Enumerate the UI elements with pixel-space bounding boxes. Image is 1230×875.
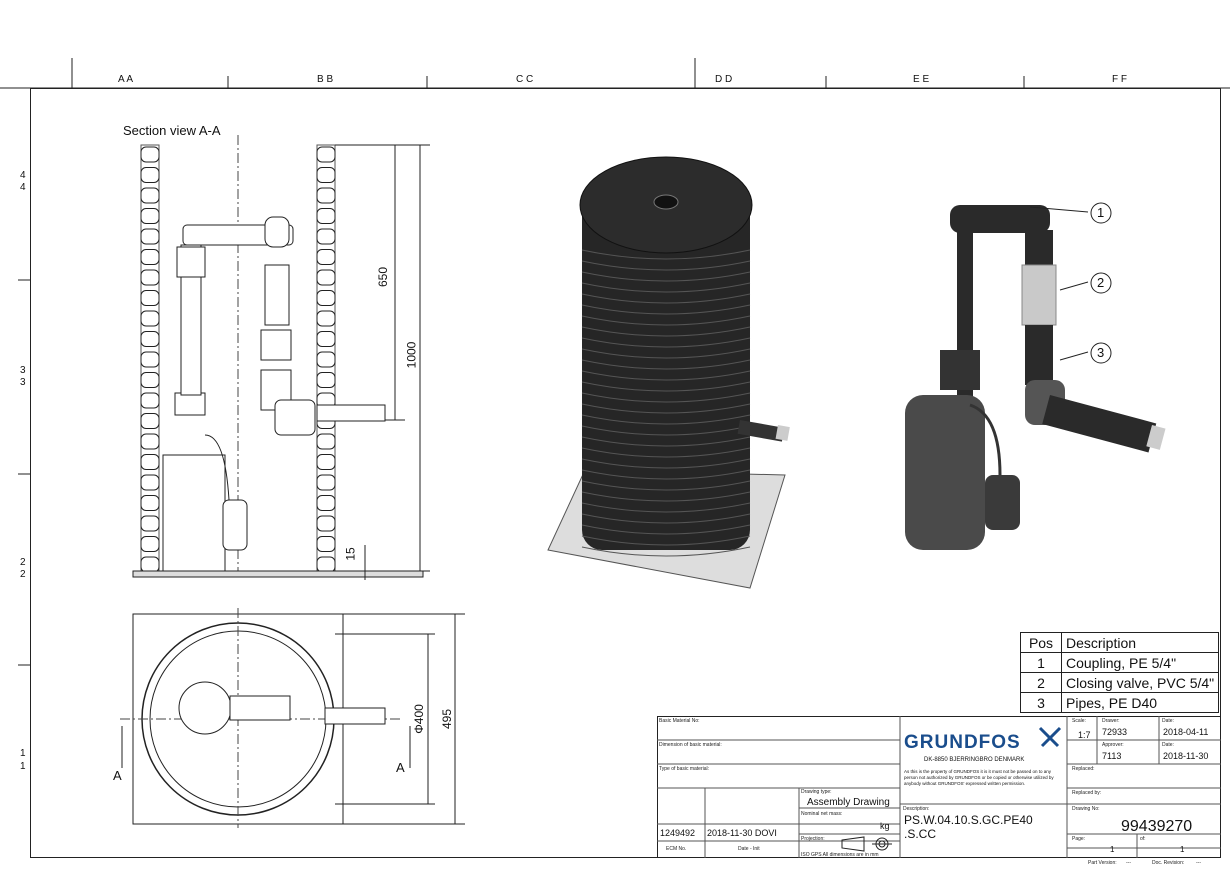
row-pos: 1 bbox=[1020, 652, 1062, 673]
header-pos: Pos bbox=[1020, 632, 1062, 653]
zone-ruler-top bbox=[0, 58, 1230, 89]
drawer-value: 72933 bbox=[1102, 727, 1128, 737]
label-nominal-mass: Nominal net mass: bbox=[801, 811, 843, 817]
part-version-value: --- bbox=[1126, 860, 1131, 866]
grundfos-logo-mark-icon bbox=[1038, 726, 1062, 748]
table-row: 2 Closing valve, PVC 5/4" bbox=[1020, 672, 1220, 693]
iso-note: ISO GPS All dimensions are in mm bbox=[801, 852, 879, 858]
label-approver: Approver: bbox=[1102, 742, 1124, 748]
zone-label-e: E E bbox=[913, 74, 930, 85]
label-description: Description: bbox=[903, 806, 930, 812]
zone-label-2b: 2 bbox=[20, 569, 26, 580]
zone-label-c: C C bbox=[516, 74, 534, 85]
date-drawn-value: 2018-04-11 bbox=[1163, 727, 1209, 737]
label-drawer: Drawer: bbox=[1102, 718, 1120, 724]
zone-label-d: D D bbox=[715, 74, 733, 85]
dim-650: 650 bbox=[376, 266, 391, 288]
table-row: 1 Coupling, PE 5/4" bbox=[1020, 652, 1220, 673]
label-basic-material: Basic Material No: bbox=[659, 718, 700, 724]
parts-table: Pos Description 1 Coupling, PE 5/4" 2 Cl… bbox=[1020, 632, 1220, 713]
mass-unit: kg bbox=[880, 821, 890, 831]
company-address: DK-8850 BJERRINGBRO DENMARK bbox=[924, 757, 1025, 763]
dim-diameter-400: Φ400 bbox=[411, 704, 426, 734]
approver-value: 7113 bbox=[1102, 751, 1122, 761]
parts-table-header: Pos Description bbox=[1020, 632, 1220, 653]
label-of: of: bbox=[1140, 836, 1146, 842]
label-doc-revision: Doc. Revision: bbox=[1152, 860, 1185, 866]
label-date-approved: Date: bbox=[1162, 742, 1174, 748]
zone-label-2a: 2 bbox=[20, 557, 26, 568]
zone-label-3b: 3 bbox=[20, 377, 26, 388]
section-mark-right: A bbox=[396, 760, 405, 775]
description-value: PS.W.04.10.S.GC.PE40 .S.CC bbox=[904, 813, 1033, 841]
pump-assembly-3d-render bbox=[905, 205, 1166, 550]
ecm-date: 2018-11-30 DOVI bbox=[707, 828, 777, 838]
row-pos: 2 bbox=[1020, 672, 1062, 693]
callout-1: 1 bbox=[1097, 205, 1105, 220]
section-mark-left: A bbox=[113, 768, 122, 783]
of-value: 1 bbox=[1180, 845, 1185, 854]
zone-label-4a: 4 bbox=[20, 170, 26, 181]
doc-revision-value: --- bbox=[1196, 860, 1201, 866]
row-pos: 3 bbox=[1020, 692, 1062, 713]
label-replaced-by: Replaced by: bbox=[1072, 790, 1102, 796]
row-description: Closing valve, PVC 5/4" bbox=[1060, 672, 1220, 693]
drawing-type-value: Assembly Drawing bbox=[807, 797, 890, 808]
label-scale: Scale: bbox=[1072, 718, 1086, 724]
page-value: 1 bbox=[1110, 845, 1115, 854]
row-description: Coupling, PE 5/4" bbox=[1060, 652, 1220, 673]
label-dimension-material: Dimension of basic material: bbox=[659, 742, 722, 748]
grundfos-logo: GRUNDFOS bbox=[904, 732, 1021, 753]
header-description: Description bbox=[1060, 632, 1220, 653]
zone-label-1a: 1 bbox=[20, 748, 26, 759]
ownership-disclaimer: As this is the property of GRUNDFOS it i… bbox=[904, 769, 1054, 786]
label-drawing-type: Drawing type: bbox=[801, 789, 832, 795]
dim-15: 15 bbox=[343, 547, 358, 561]
label-date-init: Date - Init bbox=[738, 846, 760, 852]
zone-label-1b: 1 bbox=[20, 761, 26, 772]
zone-label-3a: 3 bbox=[20, 365, 26, 376]
label-page: Page: bbox=[1072, 836, 1086, 842]
callout-3: 3 bbox=[1097, 345, 1105, 360]
well-3d-render bbox=[547, 156, 790, 589]
zone-label-b: B B bbox=[317, 74, 334, 85]
label-part-version: Part Version: bbox=[1088, 860, 1117, 866]
projection-symbol-icon bbox=[841, 836, 892, 852]
section-view-drawing bbox=[132, 135, 430, 580]
callout-2: 2 bbox=[1097, 275, 1105, 290]
zone-label-4b: 4 bbox=[20, 182, 26, 193]
label-replaced: Replaced: bbox=[1072, 766, 1095, 772]
table-row: 3 Pipes, PE D40 bbox=[1020, 692, 1220, 713]
dim-1000: 1000 bbox=[404, 341, 419, 369]
label-date-drawn: Date: bbox=[1162, 718, 1174, 724]
drawing-number: 99439270 bbox=[1121, 818, 1193, 835]
date-approved-value: 2018-11-30 bbox=[1163, 751, 1209, 761]
scale-value: 1:7 bbox=[1078, 730, 1091, 740]
label-drawing-no: Drawing No: bbox=[1072, 806, 1100, 812]
row-description: Pipes, PE D40 bbox=[1060, 692, 1220, 713]
ecm-number: 1249492 bbox=[660, 828, 696, 838]
dim-495: 495 bbox=[440, 708, 455, 730]
label-type-material: Type of basic material: bbox=[659, 766, 710, 772]
zone-label-a: A A bbox=[118, 74, 134, 85]
label-projection: Projection: bbox=[801, 836, 825, 842]
label-ecm: ECM No. bbox=[666, 846, 687, 852]
zone-label-f: F F bbox=[1112, 74, 1127, 85]
